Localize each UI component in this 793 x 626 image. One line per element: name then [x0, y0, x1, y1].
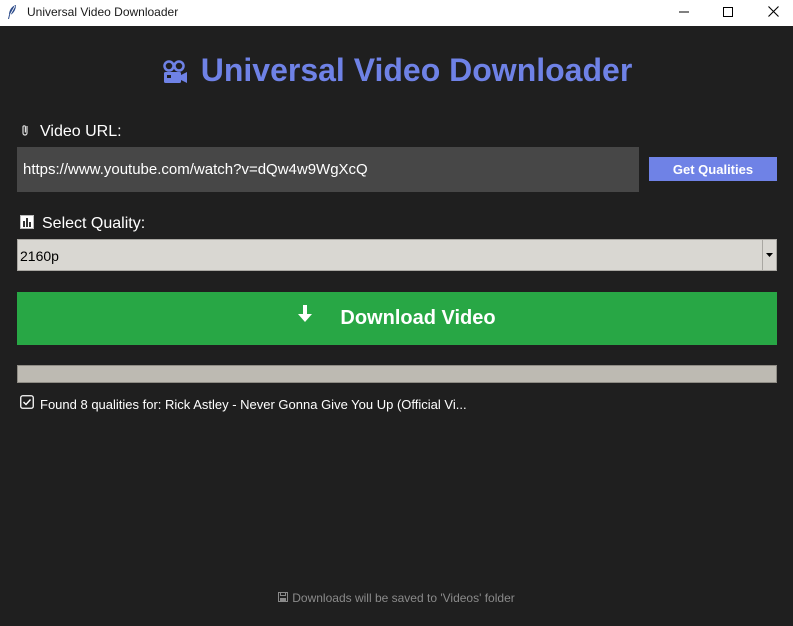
checkbox-check-icon — [20, 394, 34, 414]
close-icon — [767, 4, 779, 22]
maximize-icon — [723, 4, 733, 22]
minimize-button[interactable] — [661, 0, 707, 26]
download-progress-bar — [17, 365, 777, 383]
window-titlebar: Universal Video Downloader — [0, 0, 793, 26]
close-button[interactable] — [750, 0, 793, 26]
quality-label: Select Quality: — [42, 215, 146, 232]
url-input[interactable] — [17, 147, 639, 192]
url-label: Video URL: — [40, 123, 122, 140]
quality-selected-value: 2160p — [20, 248, 59, 264]
get-qualities-button[interactable]: Get Qualities — [649, 157, 777, 181]
footer: Downloads will be saved to 'Videos' fold… — [0, 590, 793, 606]
down-arrow-icon — [298, 304, 313, 329]
video-camera-icon — [161, 59, 189, 87]
maximize-button[interactable] — [705, 0, 751, 26]
download-button[interactable]: Download Video — [17, 292, 777, 345]
feather-icon — [6, 4, 18, 20]
app-heading: Universal Video Downloader — [0, 50, 793, 90]
download-button-label: Download Video — [340, 307, 496, 329]
page-title: Universal Video Downloader — [200, 51, 633, 88]
status-row: Found 8 qualities for: Rick Astley - Nev… — [20, 394, 467, 414]
floppy-disk-icon — [278, 589, 289, 607]
quality-select[interactable]: 2160p — [17, 239, 777, 271]
quality-label-row: Select Quality: — [20, 214, 145, 234]
bar-chart-icon — [20, 214, 34, 234]
chevron-down-icon[interactable] — [762, 240, 776, 270]
window-title: Universal Video Downloader — [27, 5, 179, 19]
status-message: Found 8 qualities for: Rick Astley - Nev… — [40, 396, 467, 412]
paperclip-icon — [20, 123, 32, 142]
minimize-icon — [679, 4, 689, 22]
url-label-row: Video URL: — [20, 122, 122, 142]
footer-note: Downloads will be saved to 'Videos' fold… — [292, 591, 515, 605]
